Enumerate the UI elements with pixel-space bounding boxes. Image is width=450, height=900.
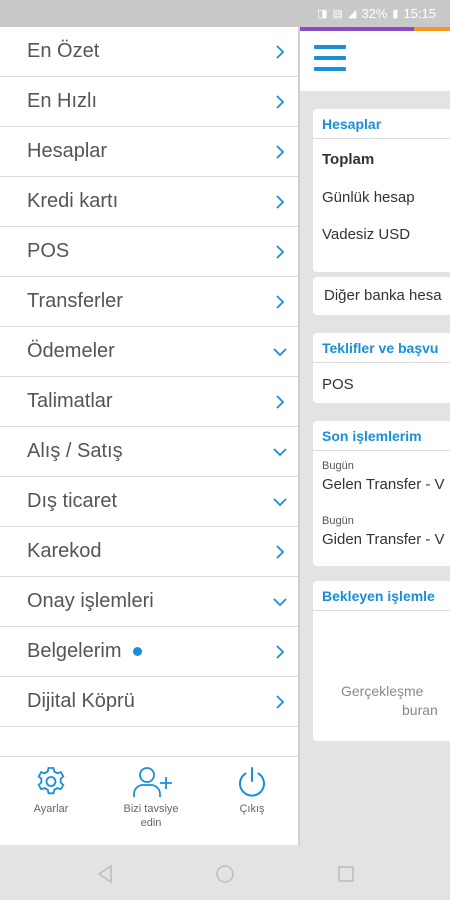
other-banks-card[interactable]: Diğer banka hesa bbox=[313, 277, 450, 315]
logout-button[interactable]: Çıkış bbox=[227, 765, 277, 816]
menu-item[interactable]: Belgelerim bbox=[0, 627, 298, 677]
status-time: 15:15 bbox=[403, 6, 436, 21]
menu-item[interactable]: Transferler bbox=[0, 277, 298, 327]
add-user-icon bbox=[133, 767, 172, 797]
account-row-total[interactable]: Toplam bbox=[313, 151, 374, 168]
chevron-right-icon bbox=[276, 195, 285, 209]
menu-item[interactable]: Hesaplar bbox=[0, 127, 298, 177]
main-header bbox=[300, 31, 450, 91]
main-panel: Hesaplar Toplam Günlük hesap Vadesiz USD… bbox=[300, 27, 450, 845]
menu-item-label: En Hızlı bbox=[27, 90, 98, 112]
chevron-right-icon bbox=[276, 95, 285, 109]
system-nav-bar bbox=[0, 845, 450, 900]
logout-label: Çıkış bbox=[239, 803, 265, 815]
menu-item[interactable]: POS bbox=[0, 227, 298, 277]
menu-item[interactable]: Talimatlar bbox=[0, 377, 298, 427]
drawer-footer: Ayarlar Bizi tavsiye edin Çıkış bbox=[0, 756, 298, 845]
menu-item[interactable]: En Hızlı bbox=[0, 77, 298, 127]
offers-card: Teklifler ve başvu POS bbox=[313, 333, 450, 403]
chevron-right-icon bbox=[276, 395, 285, 409]
menu-item[interactable]: En Özet bbox=[0, 27, 298, 77]
account-row-usd[interactable]: Vadesiz USD bbox=[313, 226, 410, 243]
battery-icon: ▮ bbox=[392, 8, 399, 20]
power-icon bbox=[239, 767, 265, 797]
chevron-right-icon bbox=[276, 645, 285, 659]
signal-icon: ◢ bbox=[347, 8, 357, 20]
menu-item-label: Dijital Köprü bbox=[27, 690, 135, 712]
menu-item[interactable]: Alış / Satış bbox=[0, 427, 298, 477]
settings-label: Ayarlar bbox=[33, 803, 69, 815]
chevron-right-icon bbox=[276, 245, 285, 259]
recommend-label: Bizi tavsiye edin bbox=[123, 802, 178, 830]
recommend-label-line2: edin bbox=[140, 817, 162, 829]
menu-item-label: Belgelerim bbox=[27, 640, 122, 662]
offer-row-pos[interactable]: POS bbox=[313, 376, 354, 393]
recents-icon[interactable] bbox=[335, 863, 357, 885]
chevron-right-icon bbox=[276, 295, 285, 309]
menu-item-label: Hesaplar bbox=[27, 140, 108, 162]
menu-item-label: Dış ticaret bbox=[27, 490, 118, 512]
chevron-down-icon bbox=[273, 448, 287, 457]
accounts-card-title: Hesaplar bbox=[313, 109, 450, 139]
chevron-right-icon bbox=[276, 545, 285, 559]
wifi-icon: ▤ bbox=[332, 8, 343, 20]
pending-empty-line1: Gerçekleşme bbox=[341, 683, 424, 699]
hamburger-icon[interactable] bbox=[314, 45, 346, 71]
gear-icon bbox=[37, 767, 65, 795]
pending-empty-line2: buran bbox=[402, 702, 438, 718]
menu-item[interactable]: Ödemeler bbox=[0, 327, 298, 377]
recommend-label-line1: Bizi tavsiye bbox=[123, 803, 179, 815]
menu-item-label: Ödemeler bbox=[27, 340, 115, 362]
menu-item-label: Talimatlar bbox=[27, 390, 113, 412]
menu-item-label: En Özet bbox=[27, 40, 100, 62]
menu-item-label: Alış / Satış bbox=[27, 440, 123, 462]
home-icon[interactable] bbox=[214, 863, 236, 885]
menu-item[interactable]: Karekod bbox=[0, 527, 298, 577]
chevron-right-icon bbox=[276, 45, 285, 59]
menu-item[interactable]: Dış ticaret bbox=[0, 477, 298, 527]
chevron-right-icon bbox=[276, 145, 285, 159]
menu-item[interactable]: Dijital Köprü bbox=[0, 677, 298, 727]
chevron-right-icon bbox=[276, 695, 285, 709]
battery-percent: 32% bbox=[361, 6, 388, 21]
menu-item-label: Kredi kartı bbox=[27, 190, 119, 212]
recent-date: Bugün bbox=[322, 460, 354, 472]
recent-date: Bugün bbox=[322, 515, 354, 527]
navigation-drawer: En Özet En Hızlı Hesaplar Kredi kartı POS Tra… bbox=[0, 27, 300, 845]
recent-item[interactable]: Giden Transfer - V bbox=[313, 531, 445, 548]
recent-item[interactable]: Gelen Transfer - V bbox=[313, 476, 445, 493]
menu-item-label: Transferler bbox=[27, 290, 123, 312]
account-row-daily[interactable]: Günlük hesap bbox=[313, 189, 415, 206]
recent-card: Son işlemlerim Bugün Gelen Transfer - V … bbox=[313, 421, 450, 566]
status-bar: ◨ ▤ ◢ 32% ▮ 15:15 bbox=[0, 0, 450, 27]
other-banks-label: Diğer banka hesa bbox=[324, 287, 442, 304]
back-icon[interactable] bbox=[94, 863, 116, 885]
pending-card: Bekleyen işlemle Gerçekleşme buran bbox=[313, 581, 450, 741]
chevron-down-icon bbox=[273, 498, 287, 507]
notification-dot-icon bbox=[133, 647, 143, 656]
pending-card-title: Bekleyen işlemle bbox=[313, 581, 450, 611]
recommend-button[interactable]: Bizi tavsiye edin bbox=[112, 765, 190, 830]
accounts-card: Hesaplar Toplam Günlük hesap Vadesiz USD bbox=[313, 109, 450, 272]
menu-item-label: POS bbox=[27, 240, 70, 262]
menu-item-label: Onay işlemleri bbox=[27, 590, 154, 612]
chevron-down-icon bbox=[273, 348, 287, 357]
menu-item[interactable]: Onay işlemleri bbox=[0, 577, 298, 627]
settings-button[interactable]: Ayarlar bbox=[26, 765, 76, 816]
chevron-down-icon bbox=[273, 598, 287, 607]
recent-card-title: Son işlemlerim bbox=[313, 421, 450, 451]
offers-card-title: Teklifler ve başvu bbox=[313, 333, 450, 363]
menu-item[interactable]: Kredi kartı bbox=[0, 177, 298, 227]
menu-item-label: Karekod bbox=[27, 540, 102, 562]
nfc-icon: ◨ bbox=[317, 8, 328, 20]
